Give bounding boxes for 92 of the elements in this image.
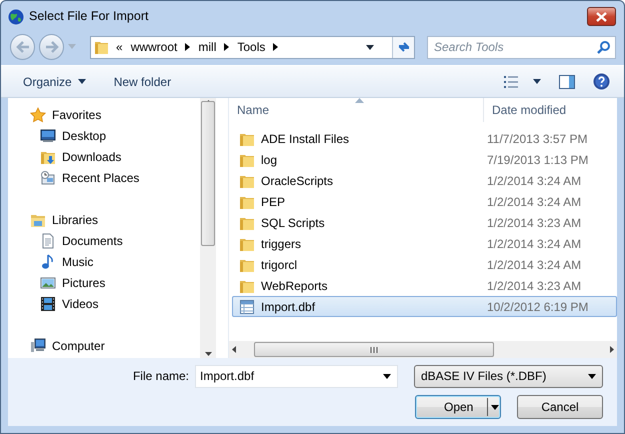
- breadcrumb-arrow-icon[interactable]: [224, 43, 230, 51]
- file-row[interactable]: SQL Scripts 1/2/2014 3:23 AM: [232, 212, 617, 233]
- open-split-button[interactable]: Open: [415, 395, 501, 419]
- help-button[interactable]: [593, 73, 610, 90]
- file-row[interactable]: ADE Install Files 11/7/2013 3:57 PM: [232, 128, 617, 149]
- caret-icon: [78, 79, 86, 84]
- address-dropdown-icon[interactable]: [366, 44, 374, 50]
- window-title: Select File For Import: [29, 8, 148, 26]
- file-name: triggers: [261, 236, 302, 252]
- close-icon: [596, 12, 607, 22]
- breadcrumb-arrow-icon[interactable]: [185, 43, 190, 51]
- file-name: ADE Install Files: [261, 130, 350, 148]
- file-row[interactable]: Import.dbf 10/2/2012 6:19 PM: [232, 296, 617, 317]
- file-date: 7/19/2013 1:13 PM: [486, 152, 588, 168]
- scroll-left-icon[interactable]: [232, 346, 236, 353]
- file-name: Import.dbf: [261, 298, 316, 316]
- refresh-icon: [396, 40, 410, 54]
- film-icon: [40, 296, 56, 312]
- breadcrumb-segment[interactable]: Tools: [237, 38, 266, 56]
- caret-icon: [588, 374, 596, 378]
- file-type-dropdown[interactable]: dBASE IV Files (*.DBF): [414, 364, 603, 388]
- file-date: 1/2/2014 3:23 AM: [486, 278, 582, 294]
- file-name: log: [261, 152, 278, 168]
- close-button[interactable]: [587, 7, 616, 26]
- file-row[interactable]: PEP 1/2/2014 3:24 AM: [232, 191, 617, 212]
- help-icon: [593, 73, 610, 90]
- file-name-label: File name:: [132, 368, 189, 385]
- nav-group-header[interactable]: Libraries: [30, 209, 200, 230]
- globe-icon: [8, 8, 24, 24]
- nav-group-header[interactable]: Favorites: [30, 104, 200, 125]
- scroll-right-icon[interactable]: [610, 346, 614, 353]
- sort-arrow-icon: [355, 98, 364, 103]
- vertical-scrollbar[interactable]: [200, 98, 216, 358]
- file-date: 1/2/2014 3:24 AM: [486, 256, 582, 274]
- file-date: 1/2/2014 3:24 AM: [486, 172, 582, 190]
- nav-item[interactable]: Downloads: [30, 146, 200, 167]
- preview-pane-icon: [559, 74, 575, 88]
- nav-item[interactable]: Videos: [30, 293, 200, 314]
- document-icon: [40, 232, 56, 248]
- nav-item[interactable]: Desktop: [30, 125, 200, 146]
- file-name: trigorcl: [261, 256, 298, 274]
- pictures-icon: [40, 274, 56, 290]
- nav-item[interactable]: Pictures: [30, 272, 200, 293]
- computer-icon: [30, 338, 46, 354]
- file-name: SQL Scripts: [261, 214, 325, 232]
- file-date: 11/7/2013 3:57 PM: [486, 130, 588, 148]
- scroll-down-icon[interactable]: [204, 352, 212, 356]
- back-arrow-icon: [16, 41, 30, 53]
- file-date: 1/2/2014 3:23 AM: [486, 214, 582, 232]
- file-name: WebReports: [261, 278, 328, 294]
- file-name: PEP: [261, 194, 286, 210]
- file-row[interactable]: triggers 1/2/2014 3:24 AM: [232, 233, 617, 254]
- horizontal-scrollbar[interactable]: [229, 341, 617, 358]
- details-view-icon: [503, 74, 519, 88]
- desktop-icon: [40, 128, 56, 144]
- nav-item[interactable]: Recent Places: [30, 167, 200, 188]
- search-field[interactable]: Search Tools: [427, 36, 616, 58]
- grip-icon: [370, 346, 378, 352]
- overflow-chevron[interactable]: «: [116, 38, 123, 56]
- file-row[interactable]: log 7/19/2013 1:13 PM: [232, 149, 617, 170]
- search-icon[interactable]: [597, 40, 611, 54]
- table-file-icon: [239, 298, 255, 314]
- caret-icon: [491, 404, 500, 410]
- nav-item[interactable]: Documents: [30, 230, 200, 251]
- column-header[interactable]: Date modified: [484, 100, 566, 118]
- recent-places-icon: [40, 170, 56, 186]
- view-button[interactable]: [503, 74, 541, 88]
- folder-icon: [94, 39, 108, 55]
- breadcrumb-arrow-icon[interactable]: [273, 43, 278, 51]
- file-row[interactable]: OracleScripts 1/2/2014 3:24 AM: [232, 170, 617, 191]
- dropdown-caret-icon[interactable]: [383, 374, 391, 378]
- file-date: 10/2/2012 6:19 PM: [486, 298, 588, 316]
- nav-item[interactable]: Music: [30, 251, 200, 272]
- breadcrumb-segment[interactable]: mill: [198, 38, 216, 56]
- file-date: 1/2/2014 3:24 AM: [486, 236, 582, 252]
- star-icon: [30, 106, 46, 122]
- nav-group-header[interactable]: Computer: [30, 335, 200, 356]
- new-folder-button[interactable]: New folder: [114, 72, 172, 90]
- file-date: 1/2/2014 3:24 AM: [486, 194, 582, 210]
- preview-pane-button[interactable]: [559, 74, 575, 88]
- forward-arrow-icon: [44, 41, 58, 53]
- breadcrumb-segment[interactable]: wwwroot: [130, 38, 178, 56]
- caret-icon: [533, 79, 541, 84]
- file-row[interactable]: WebReports 1/2/2014 3:23 AM: [232, 275, 617, 296]
- cancel-button[interactable]: Cancel: [517, 395, 603, 419]
- file-name: OracleScripts: [261, 172, 334, 190]
- address-bar[interactable]: « wwwroot mill Tools: [90, 36, 415, 58]
- music-note-icon: [40, 254, 56, 270]
- organize-button[interactable]: Organize: [23, 72, 86, 90]
- refresh-button[interactable]: [392, 36, 414, 58]
- file-row[interactable]: trigorcl 1/2/2014 3:24 AM: [232, 254, 617, 275]
- file-name-field[interactable]: Import.dbf: [195, 364, 398, 388]
